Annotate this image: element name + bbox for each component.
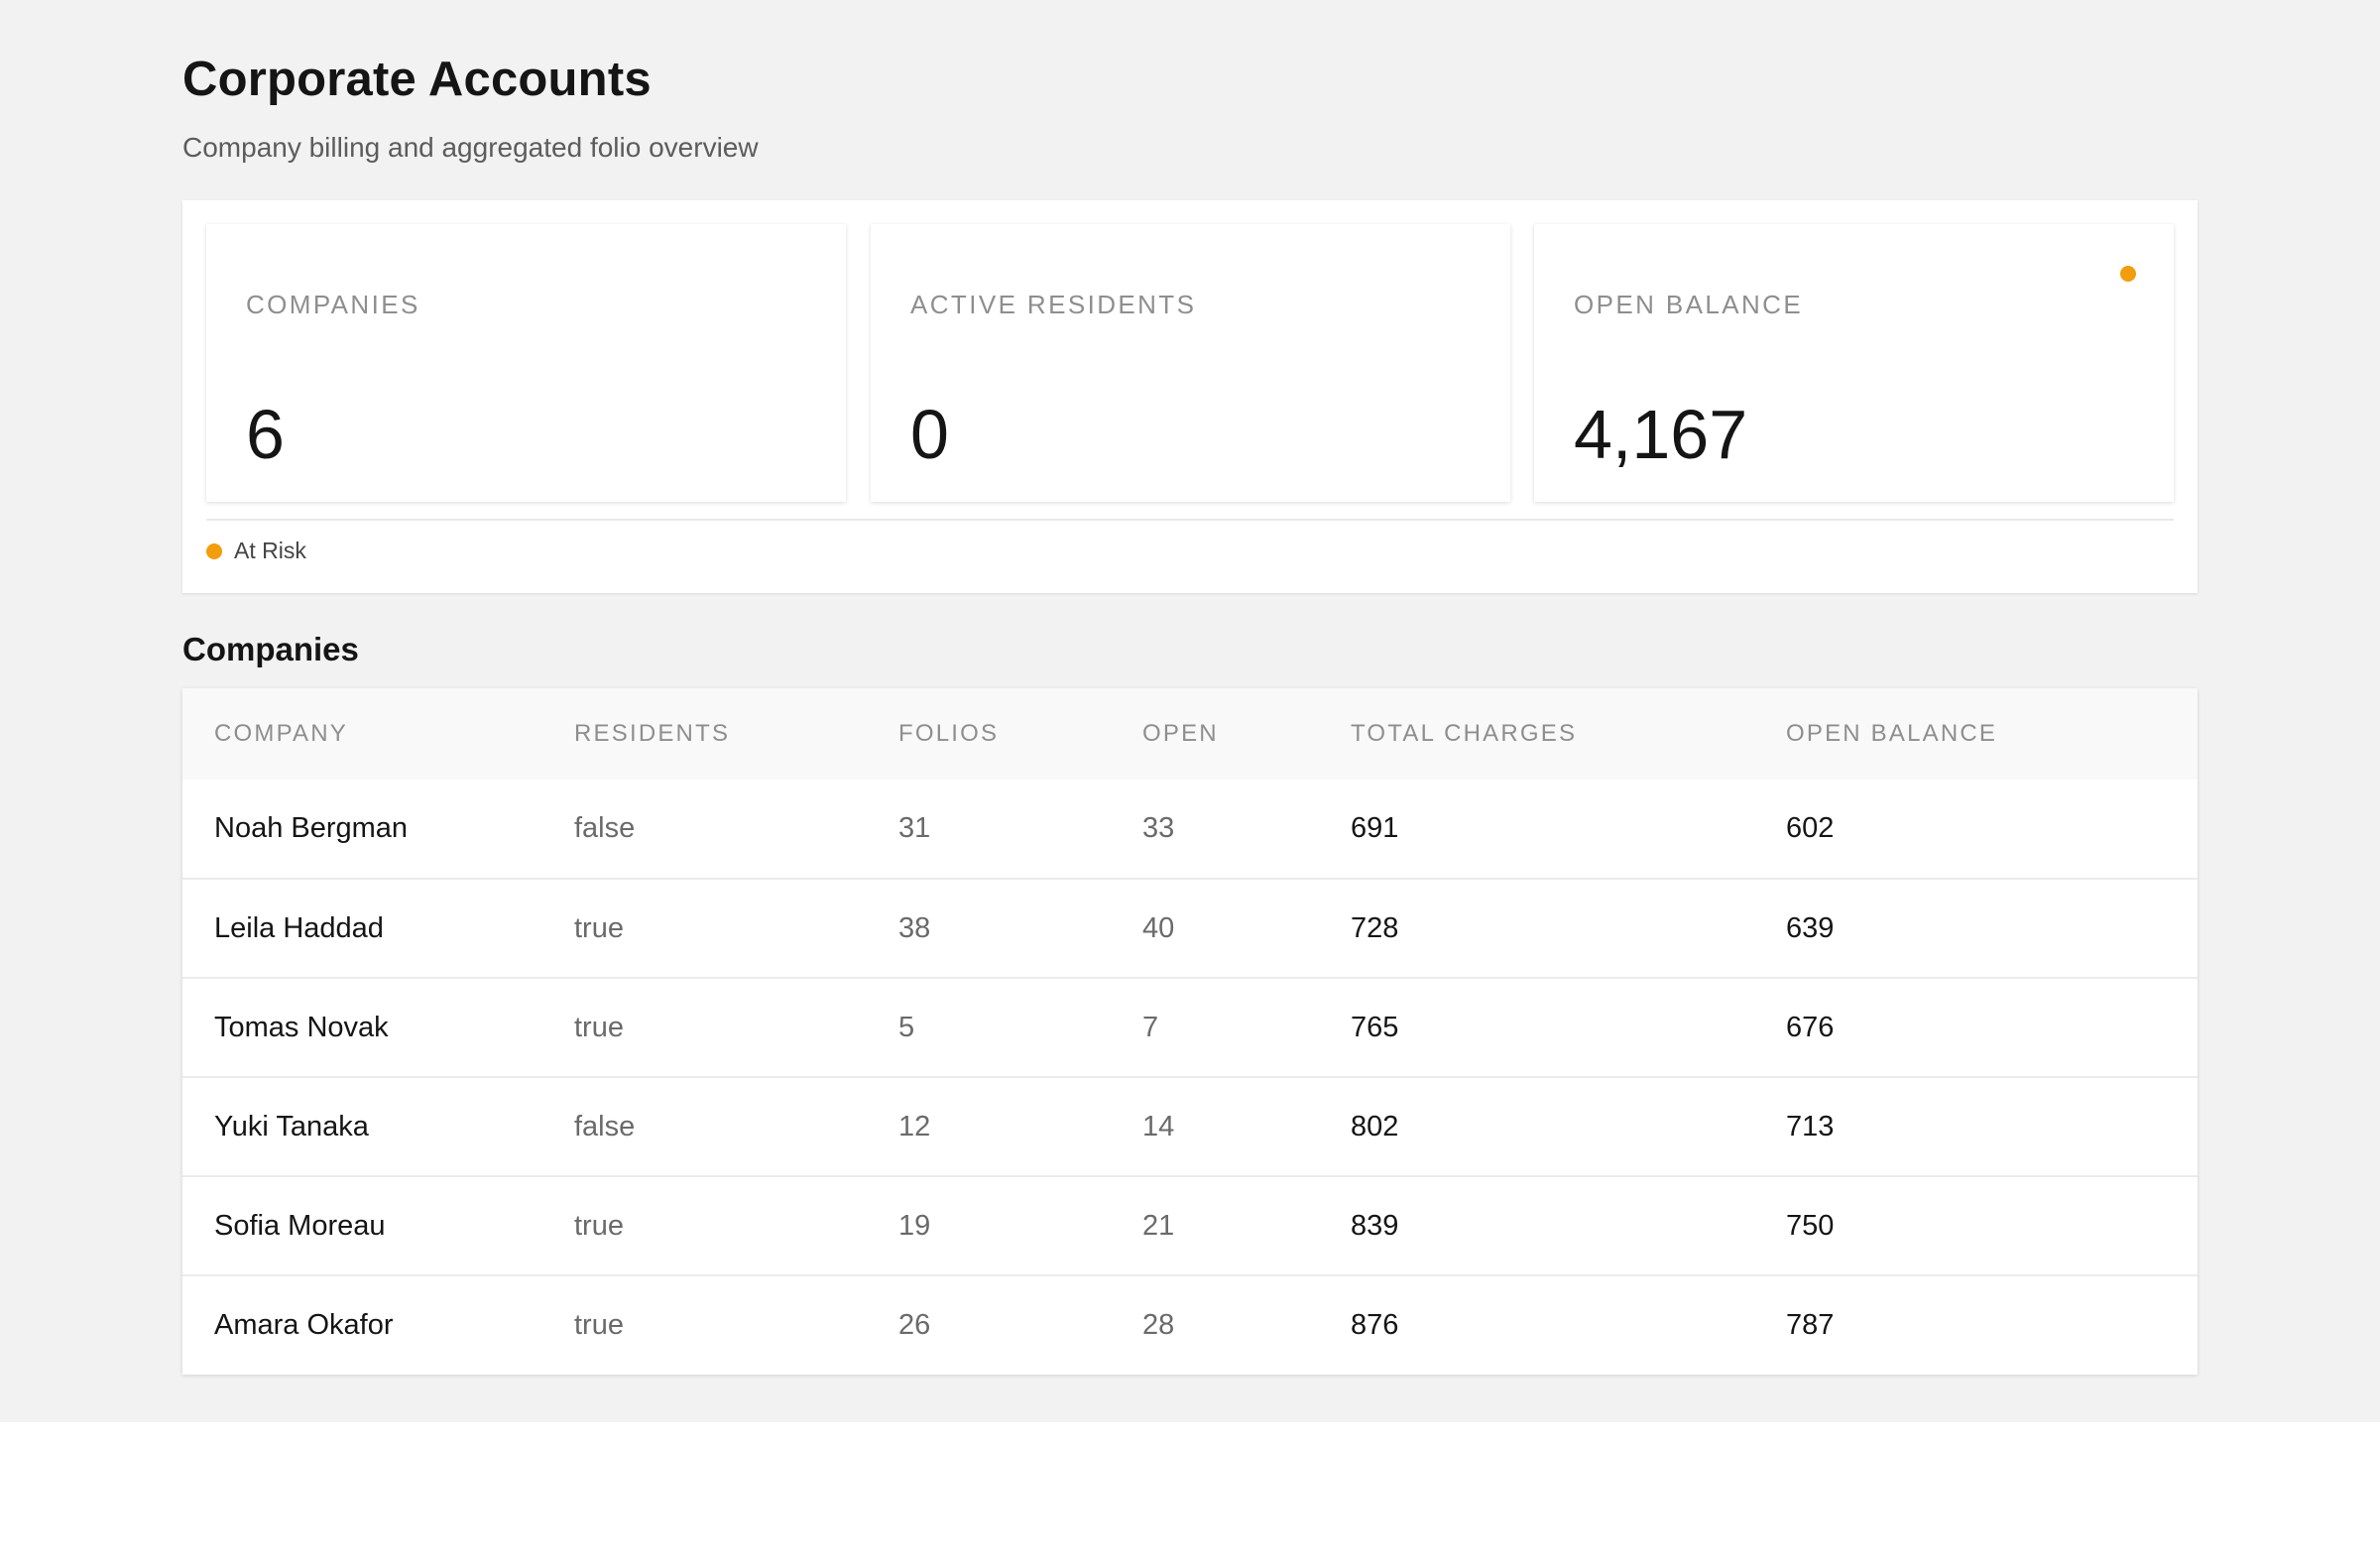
cell-residents: true xyxy=(574,1209,624,1242)
cell-open-balance: 676 xyxy=(1786,1011,1835,1043)
page-subtitle: Company billing and aggregated folio ove… xyxy=(182,132,759,163)
cell-company: Sofia Moreau xyxy=(214,1209,386,1242)
column-header-residents[interactable]: RESIDENTS xyxy=(574,688,898,780)
table-row[interactable]: Yuki Tanaka false 12 14 802 713 xyxy=(182,1077,2198,1176)
column-header-open-balance[interactable]: OPEN BALANCE xyxy=(1786,688,2198,780)
cell-open-balance: 750 xyxy=(1786,1209,1835,1242)
kpi-value: 6 xyxy=(246,396,285,473)
cell-total-charges: 839 xyxy=(1351,1209,1399,1242)
cell-open-balance: 787 xyxy=(1786,1309,1835,1341)
cell-total-charges: 765 xyxy=(1351,1011,1399,1043)
column-header-folios[interactable]: FOLIOS xyxy=(898,688,1142,780)
cell-open: 40 xyxy=(1142,911,1175,944)
column-header-company[interactable]: COMPANY xyxy=(182,688,574,780)
cell-residents: true xyxy=(574,1011,624,1043)
cell-folios: 38 xyxy=(898,911,931,944)
companies-table: COMPANY RESIDENTS FOLIOS OPEN TOTAL CHAR… xyxy=(182,688,2198,1375)
kpi-label: COMPANIES xyxy=(246,290,420,319)
table-row[interactable]: Amara Okafor true 26 28 876 787 xyxy=(182,1275,2198,1375)
kpi-card-open-balance[interactable]: OPEN BALANCE 4,167 xyxy=(1534,224,2174,502)
kpi-panel: COMPANIES 6 ACTIVE RESIDENTS 0 OPEN BALA… xyxy=(182,200,2198,593)
cell-open: 14 xyxy=(1142,1110,1175,1142)
cell-total-charges: 728 xyxy=(1351,911,1399,944)
at-risk-legend-dot-icon xyxy=(206,542,222,559)
cell-open: 33 xyxy=(1142,812,1175,844)
cell-folios: 12 xyxy=(898,1110,931,1142)
kpi-card-active-residents[interactable]: ACTIVE RESIDENTS 0 xyxy=(871,224,1510,502)
cell-residents: true xyxy=(574,1309,624,1341)
cell-total-charges: 802 xyxy=(1351,1110,1399,1142)
cell-folios: 26 xyxy=(898,1309,931,1341)
companies-table-card: COMPANY RESIDENTS FOLIOS OPEN TOTAL CHAR… xyxy=(182,688,2198,1375)
cell-total-charges: 876 xyxy=(1351,1309,1399,1341)
column-header-open[interactable]: OPEN xyxy=(1142,688,1351,780)
column-header-total-charges[interactable]: TOTAL CHARGES xyxy=(1351,688,1786,780)
kpi-divider xyxy=(206,519,2174,521)
cell-open: 21 xyxy=(1142,1209,1175,1242)
kpi-label: OPEN BALANCE xyxy=(1574,290,1804,319)
kpi-value: 4,167 xyxy=(1574,396,1748,473)
table-header-row: COMPANY RESIDENTS FOLIOS OPEN TOTAL CHAR… xyxy=(182,688,2198,780)
status-legend: At Risk xyxy=(206,538,306,564)
cell-company: Tomas Novak xyxy=(214,1011,389,1043)
cell-company: Leila Haddad xyxy=(214,911,384,944)
table-row[interactable]: Noah Bergman false 31 33 691 602 xyxy=(182,780,2198,879)
kpi-label: ACTIVE RESIDENTS xyxy=(910,290,1197,319)
cell-open-balance: 639 xyxy=(1786,911,1835,944)
table-row[interactable]: Leila Haddad true 38 40 728 639 xyxy=(182,879,2198,978)
cell-open: 7 xyxy=(1142,1011,1159,1043)
cell-residents: false xyxy=(574,812,636,844)
cell-folios: 5 xyxy=(898,1011,915,1043)
table-row[interactable]: Sofia Moreau true 19 21 839 750 xyxy=(182,1176,2198,1275)
table-row[interactable]: Tomas Novak true 5 7 765 676 xyxy=(182,978,2198,1077)
kpi-value: 0 xyxy=(910,396,949,473)
cell-residents: false xyxy=(574,1110,636,1142)
cell-company: Noah Bergman xyxy=(214,812,409,844)
cell-company: Amara Okafor xyxy=(214,1309,394,1341)
cell-folios: 19 xyxy=(898,1209,931,1242)
companies-section-title: Companies xyxy=(182,631,359,667)
cell-total-charges: 691 xyxy=(1351,812,1399,844)
at-risk-status-dot-icon xyxy=(2120,266,2136,282)
cell-residents: true xyxy=(574,911,624,944)
cell-open-balance: 713 xyxy=(1786,1110,1835,1142)
cell-company: Yuki Tanaka xyxy=(214,1110,369,1142)
legend-label-at-risk: At Risk xyxy=(234,538,306,563)
kpi-card-companies[interactable]: COMPANIES 6 xyxy=(206,224,846,502)
page-title: Corporate Accounts xyxy=(182,53,652,106)
cell-folios: 31 xyxy=(898,812,931,844)
cell-open-balance: 602 xyxy=(1786,812,1835,844)
cell-open: 28 xyxy=(1142,1309,1175,1341)
